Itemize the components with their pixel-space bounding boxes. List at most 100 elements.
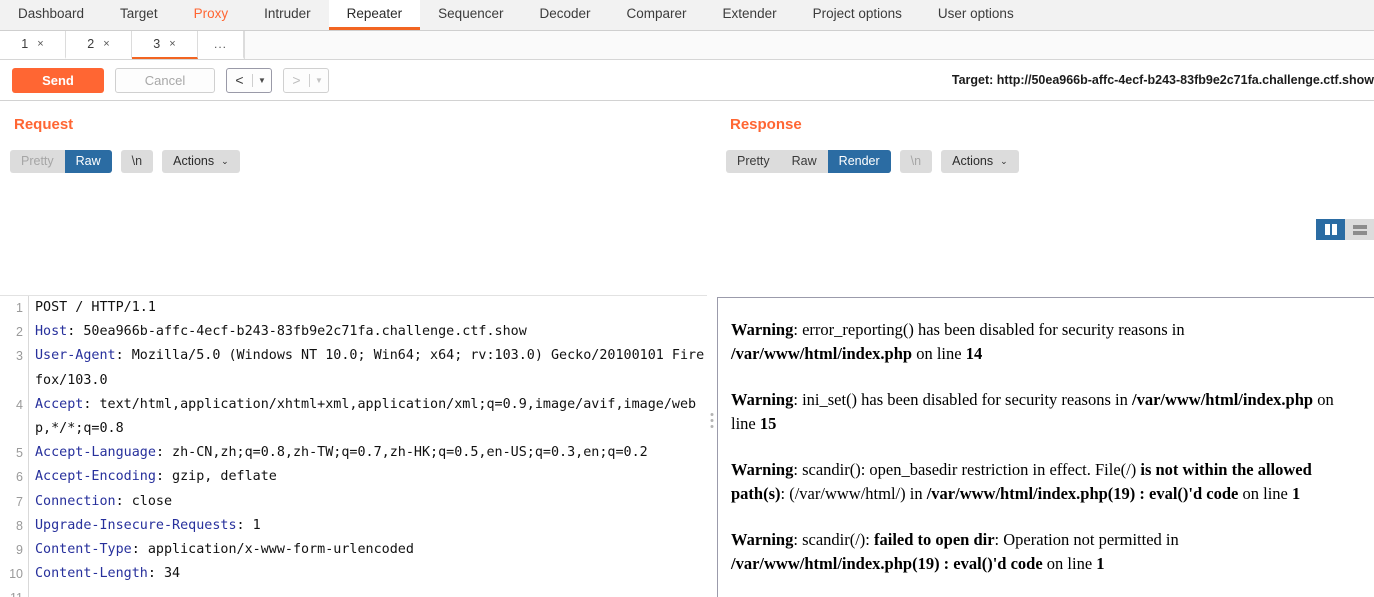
request-line[interactable]: 8 Upgrade-Insecure-Requests: 1 <box>0 513 707 539</box>
warning-text-part: 1 <box>1096 553 1105 573</box>
request-scrollbar[interactable] <box>696 101 707 597</box>
request-line[interactable]: 3 User-Agent: Mozilla/5.0 (Windows NT 10.… <box>0 344 707 393</box>
repeater-tab-2[interactable]: 2 × <box>66 31 132 59</box>
response-render-pill[interactable]: Render <box>827 149 891 173</box>
close-icon[interactable]: × <box>169 38 175 50</box>
request-line[interactable]: 10 Content-Length: 34 <box>0 562 707 587</box>
response-view-toolbar: Pretty Raw Render \n Actions ⌄ <box>716 133 1374 177</box>
warning-label: Warning <box>731 530 794 549</box>
warning-text-part: failed to open dir <box>874 530 995 549</box>
forward-arrow-icon: > <box>292 72 301 88</box>
code-segment: Accept-Language <box>35 445 156 461</box>
main-tab-sequencer[interactable]: Sequencer <box>420 0 521 30</box>
repeater-tab-more-button[interactable]: ... <box>198 31 245 59</box>
repeater-tab-label: 1 <box>21 37 29 51</box>
request-line-text[interactable]: Connection: close <box>28 489 707 514</box>
request-line-text[interactable]: Accept-Encoding: gzip, deflate <box>28 465 707 490</box>
main-tab-target[interactable]: Target <box>102 0 176 30</box>
request-raw-pill[interactable]: Raw <box>64 149 112 173</box>
request-line-text[interactable]: User-Agent: Mozilla/5.0 (Windows NT 10.0… <box>28 344 707 393</box>
go-forward-group: > ▼ <box>283 67 329 93</box>
layout-stacked-button[interactable] <box>1345 219 1374 240</box>
line-number: 8 <box>16 518 23 533</box>
request-line-text[interactable]: Accept-Language: zh-CN,zh;q=0.8,zh-TW;q=… <box>28 441 707 466</box>
request-newline-group[interactable]: \n <box>120 149 154 173</box>
target-url-label: Target: http://50ea966b-affc-4ecf-b243-8… <box>951 73 1374 87</box>
code-segment: : Mozilla/5.0 (Windows NT 10.0; Win64; x… <box>35 348 705 388</box>
warning-text-part: : Operation not permitted in <box>994 530 1179 549</box>
request-line[interactable]: 7 Connection: close <box>0 489 707 514</box>
request-line[interactable]: 4 Accept: text/html,application/xhtml+xml… <box>0 392 707 442</box>
send-button[interactable]: Send <box>12 67 104 93</box>
php-warning-message: Warning: ini_set() has been disabled for… <box>731 388 1352 435</box>
cancel-button: Cancel <box>115 67 215 93</box>
response-pretty-pill[interactable]: Pretty <box>726 150 781 173</box>
close-icon[interactable]: × <box>103 38 109 50</box>
line-number: 1 <box>16 301 23 315</box>
request-line[interactable]: 1 POST / HTTP/1.1 <box>0 296 707 321</box>
request-line-text[interactable] <box>28 586 707 597</box>
response-raw-pill[interactable]: Raw <box>781 150 828 173</box>
response-actions-menu[interactable]: Actions ⌄ <box>941 149 1019 173</box>
two-columns-icon <box>1324 224 1337 235</box>
warning-text-part: : (/var/www/html/) in <box>780 483 927 503</box>
request-actions-menu[interactable]: Actions ⌄ <box>162 149 240 173</box>
chevron-down-icon: ⌄ <box>1000 155 1008 166</box>
warning-text-part: : ini_set() has been disabled for securi… <box>793 390 1132 409</box>
line-number: 3 <box>16 349 23 364</box>
request-pane: Request Pretty Raw \n Actions ⌄ 1 POST / H… <box>0 101 707 597</box>
request-newline-pill[interactable]: \n <box>121 150 153 173</box>
request-line[interactable]: 9 Content-Type: application/x-www-form-ur… <box>0 538 707 563</box>
request-line[interactable]: 11 <box>0 586 707 597</box>
response-actions-label: Actions <box>952 154 994 168</box>
request-line[interactable]: 6 Accept-Encoding: gzip, deflate <box>0 465 707 490</box>
response-newline-pill: \n <box>910 154 922 168</box>
request-line-text[interactable]: POST / HTTP/1.1 <box>28 296 707 321</box>
splitter-grip-icon[interactable] <box>710 413 713 428</box>
warning-text-part: 14 <box>965 343 983 363</box>
main-tab-user-options[interactable]: User options <box>920 0 1032 30</box>
request-line[interactable]: 5 Accept-Language: zh-CN,zh;q=0.8,zh-TW;q… <box>0 441 707 466</box>
code-segment: : zh-CN,zh;q=0.8,zh-TW;q=0.7,zh-HK;q=0.5… <box>155 445 648 461</box>
repeater-tab-3[interactable]: 3 × <box>132 31 198 59</box>
main-tab-project-options[interactable]: Project options <box>795 0 920 30</box>
main-tab-intruder[interactable]: Intruder <box>246 0 329 30</box>
line-number: 10 <box>9 567 23 582</box>
request-line[interactable]: 2 Host: 50ea966b-affc-4ecf-b243-83fb9e2c7… <box>0 320 707 345</box>
response-view-mode-group[interactable]: Pretty Raw Render <box>726 149 891 173</box>
main-tab-comparer[interactable]: Comparer <box>609 0 705 30</box>
warning-text-part: /var/www/html/index.php <box>1131 390 1314 409</box>
request-line-text[interactable]: Host: 50ea966b-affc-4ecf-b243-83fb9e2c71… <box>28 320 707 345</box>
code-segment: : 1 <box>236 517 261 533</box>
two-rows-icon <box>1352 224 1367 235</box>
warning-label: Warning <box>731 390 794 409</box>
request-editor[interactable]: 1 POST / HTTP/1.1 2 Host: 50ea966b-affc-4ec… <box>0 295 707 597</box>
request-line-text[interactable]: Upgrade-Insecure-Requests: 1 <box>28 513 707 539</box>
main-tab-dashboard[interactable]: Dashboard <box>0 0 102 30</box>
request-line-text[interactable]: Content-Length: 34 <box>28 562 707 587</box>
close-icon[interactable]: × <box>37 38 43 50</box>
code-segment: User-Agent <box>35 348 116 364</box>
back-arrow-icon[interactable]: < <box>227 69 252 92</box>
request-line-text[interactable]: Content-Type: application/x-www-form-url… <box>28 538 707 563</box>
main-tab-extender[interactable]: Extender <box>705 0 795 30</box>
warning-text-part: /var/www/html/index.php <box>731 343 913 363</box>
code-segment: : text/html,application/xhtml+xml,applic… <box>35 396 697 437</box>
main-tab-proxy[interactable]: Proxy <box>176 0 247 30</box>
main-tab-repeater[interactable]: Repeater <box>328 0 421 30</box>
main-tab-bar: Dashboard Target Proxy Intruder Repeater Sequ… <box>0 0 1374 31</box>
code-segment: POST / HTTP/1.1 <box>35 300 156 315</box>
layout-side-by-side-button[interactable] <box>1316 219 1345 240</box>
request-view-mode-group[interactable]: Pretty Raw <box>10 149 112 173</box>
layout-toggle-group[interactable] <box>1316 219 1374 240</box>
main-tab-decoder[interactable]: Decoder <box>521 0 608 30</box>
go-back-group[interactable]: < ▼ <box>226 67 272 93</box>
code-segment: Connection <box>35 493 116 509</box>
line-number: 4 <box>16 397 23 412</box>
pane-splitter[interactable] <box>707 101 716 597</box>
repeater-tab-1[interactable]: 1 × <box>0 31 66 59</box>
back-chevron-down-icon[interactable]: ▼ <box>253 69 271 92</box>
warning-text-part: : scandir(): open_basedir restriction in… <box>793 460 1141 479</box>
request-line-text[interactable]: Accept: text/html,application/xhtml+xml,… <box>28 392 707 442</box>
response-render-view[interactable]: Warning: error_reporting() has been disa… <box>717 297 1374 597</box>
